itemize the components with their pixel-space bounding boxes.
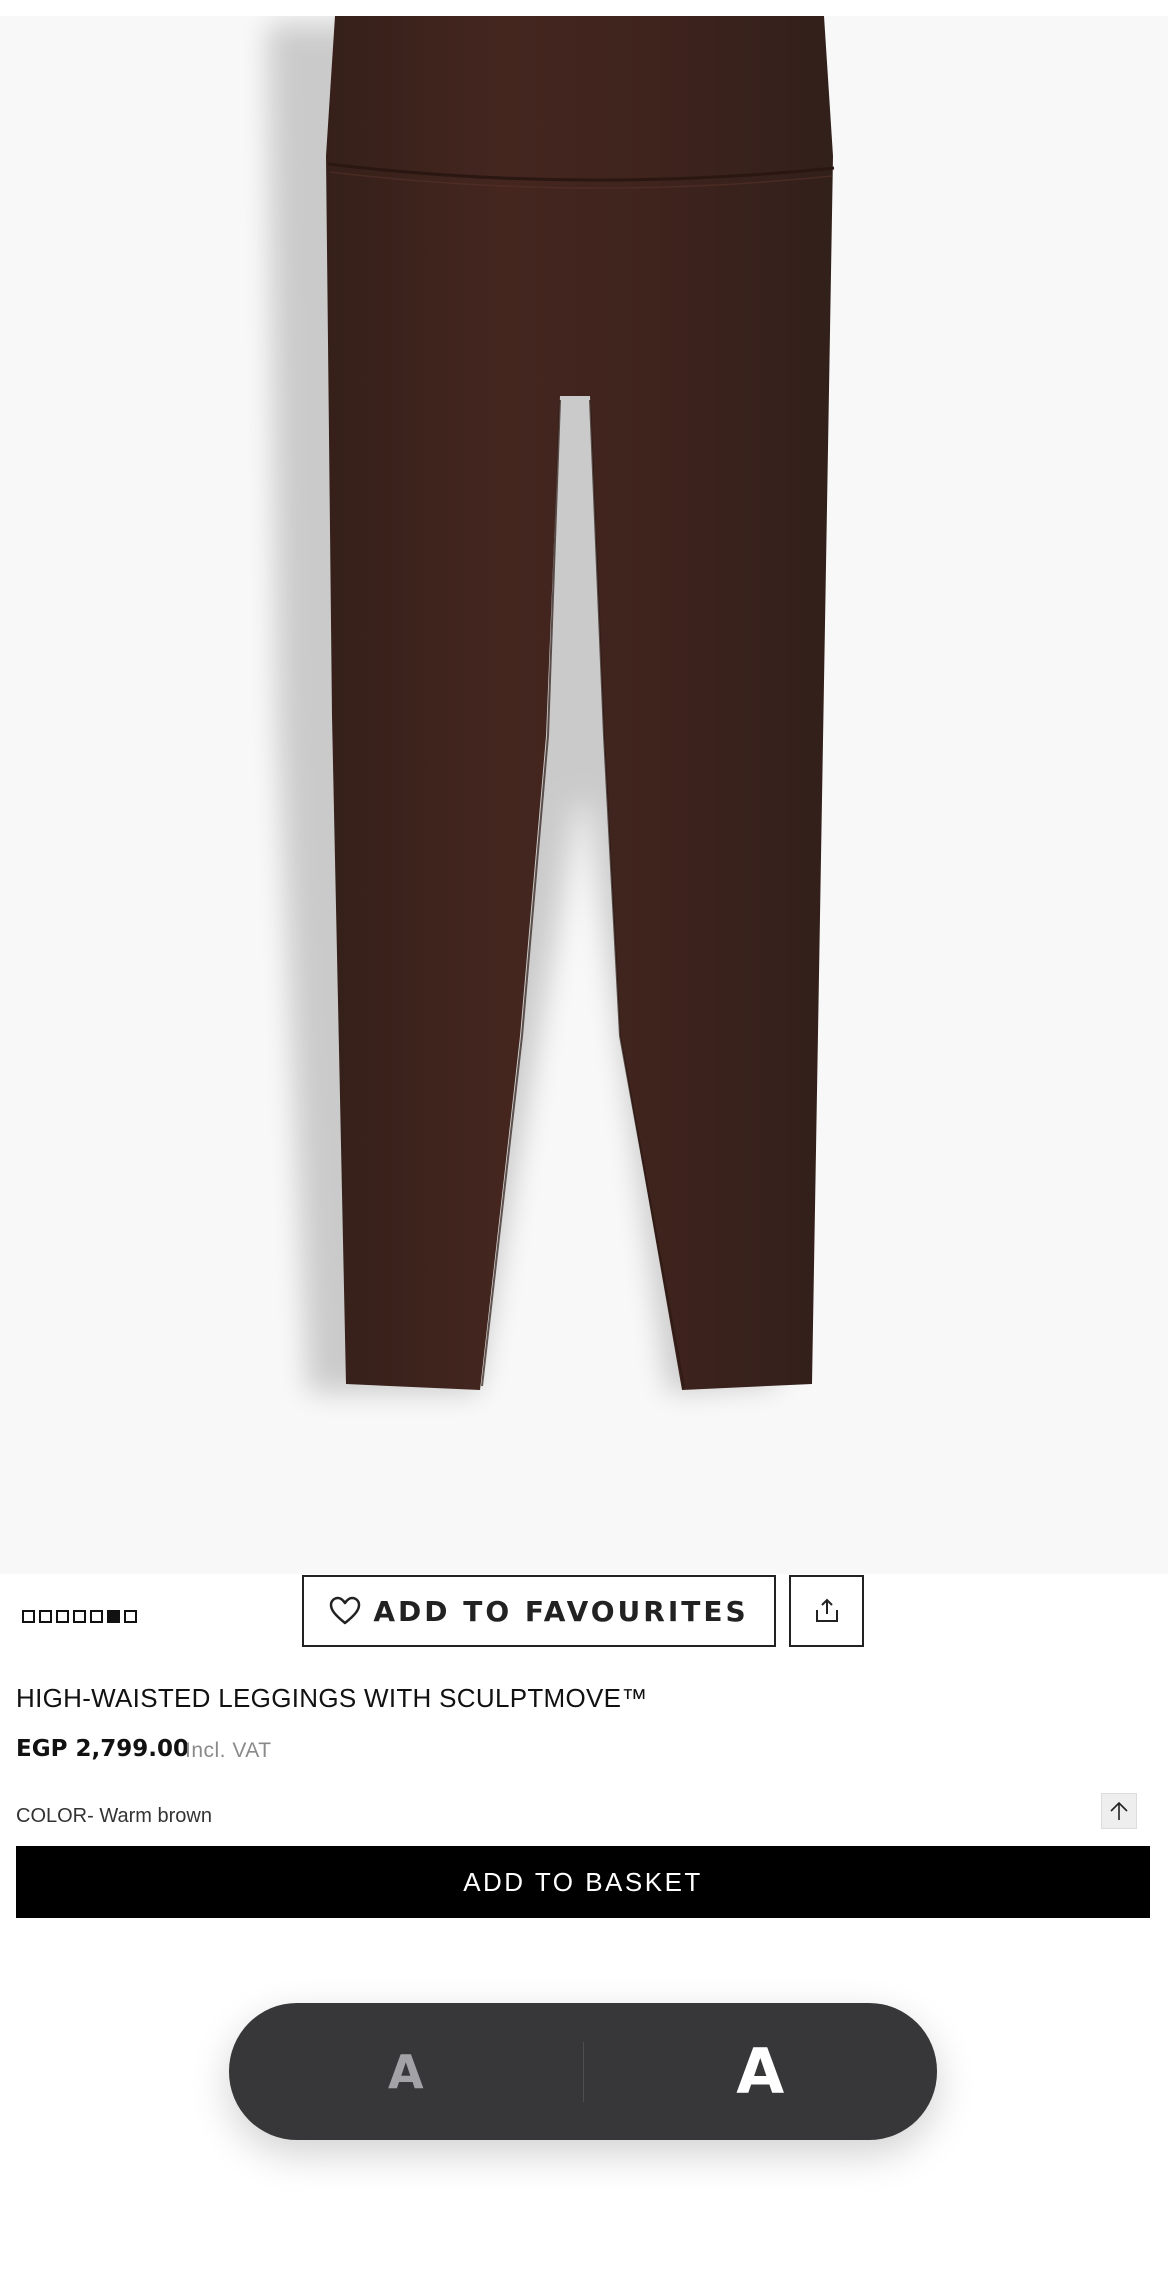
scroll-to-top-button[interactable] — [1101, 1793, 1137, 1829]
add-to-favourites-label: ADD TO FAVOURITES — [373, 1594, 749, 1628]
pagination-dot[interactable] — [124, 1609, 137, 1623]
font-size-large-label: A — [736, 2035, 785, 2108]
image-pagination[interactable] — [22, 1608, 137, 1624]
add-to-favourites-button[interactable]: ADD TO FAVOURITES — [302, 1575, 776, 1647]
color-label: COLOR- Warm brown — [16, 1805, 212, 1827]
arrow-up-icon — [1110, 1801, 1128, 1820]
font-size-large-option[interactable]: A — [584, 2003, 938, 2140]
pagination-dot[interactable] — [73, 1609, 86, 1623]
add-to-basket-button[interactable]: ADD TO BASKET — [16, 1846, 1150, 1918]
product-price: EGP 2,799.00 — [16, 1736, 189, 1762]
share-button[interactable] — [789, 1575, 864, 1647]
font-size-small-label: A — [387, 2044, 424, 2099]
pagination-dot[interactable] — [56, 1609, 69, 1623]
pagination-dot[interactable] — [90, 1609, 103, 1623]
product-image[interactable] — [0, 16, 1168, 1574]
pagination-dot[interactable] — [39, 1609, 52, 1623]
heart-icon — [330, 1596, 361, 1625]
font-size-toggle: A A — [229, 2003, 937, 2140]
leggings-illustration — [268, 16, 835, 1392]
pagination-dot[interactable] — [22, 1609, 35, 1623]
pagination-dot[interactable] — [107, 1609, 120, 1623]
font-size-small-option[interactable]: A — [229, 2003, 583, 2140]
vat-note: Incl. VAT — [185, 1739, 272, 1762]
product-title: HIGH-WAISTED LEGGINGS WITH SCULPTMOVE™ — [16, 1683, 648, 1713]
share-icon — [815, 1598, 838, 1622]
